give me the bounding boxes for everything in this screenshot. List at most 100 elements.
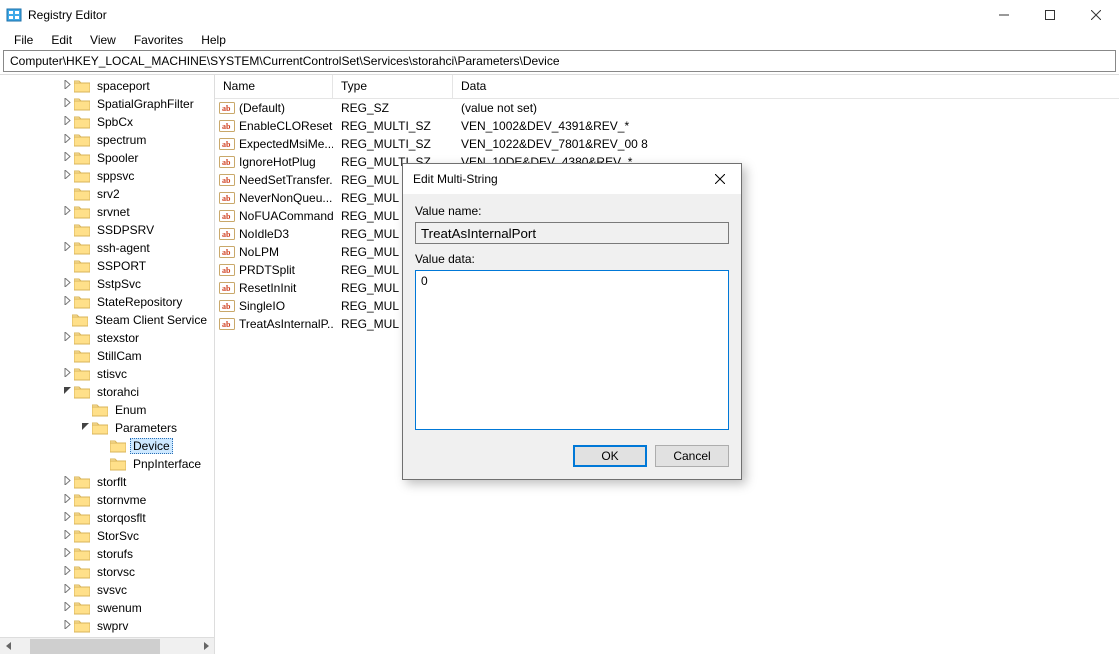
tree-item-label: SSPORT <box>94 259 149 273</box>
menubar: File Edit View Favorites Help <box>0 30 1119 50</box>
tree-item[interactable]: storahci <box>0 383 214 401</box>
cancel-button[interactable]: Cancel <box>655 445 729 467</box>
menu-view[interactable]: View <box>82 32 124 48</box>
tree-item[interactable]: srv2 <box>0 185 214 203</box>
tree-item[interactable]: storflt <box>0 473 214 491</box>
folder-icon <box>74 349 90 363</box>
tree-item[interactable]: Enum <box>0 401 214 419</box>
list-row[interactable]: abExpectedMsiMe...REG_MULTI_SZVEN_1022&D… <box>215 135 1119 153</box>
tree-item[interactable]: spectrum <box>0 131 214 149</box>
tree-item[interactable]: SSPORT <box>0 257 214 275</box>
tree-item[interactable]: Device <box>0 437 214 455</box>
tree-item[interactable]: svsvc <box>0 581 214 599</box>
column-header-name[interactable]: Name <box>215 75 333 98</box>
expander-closed-icon[interactable] <box>60 584 74 596</box>
scroll-thumb[interactable] <box>30 639 160 654</box>
string-value-icon: ab <box>219 118 235 134</box>
expander-closed-icon[interactable] <box>60 206 74 218</box>
menu-edit[interactable]: Edit <box>43 32 80 48</box>
expander-closed-icon[interactable] <box>60 368 74 380</box>
value-name: ExpectedMsiMe... <box>239 137 333 151</box>
tree-item[interactable]: swenum <box>0 599 214 617</box>
tree-item[interactable]: StorSvc <box>0 527 214 545</box>
window-title: Registry Editor <box>28 8 981 22</box>
list-row[interactable]: abEnableCLOResetREG_MULTI_SZVEN_1002&DEV… <box>215 117 1119 135</box>
expander-closed-icon[interactable] <box>60 278 74 290</box>
tree-item[interactable]: PnpInterface <box>0 455 214 473</box>
registry-tree[interactable]: spaceportSpatialGraphFilterSpbCx spectrum… <box>0 75 214 637</box>
list-row[interactable]: ab(Default)REG_SZ(value not set) <box>215 99 1119 117</box>
minimize-button[interactable] <box>981 0 1027 30</box>
tree-item-label: PnpInterface <box>130 457 204 471</box>
tree-item-label: spectrum <box>94 133 149 147</box>
tree-item[interactable]: storufs <box>0 545 214 563</box>
tree-horizontal-scrollbar[interactable] <box>0 637 214 654</box>
tree-item[interactable]: Spooler <box>0 149 214 167</box>
expander-closed-icon[interactable] <box>60 602 74 614</box>
expander-closed-icon[interactable] <box>60 494 74 506</box>
tree-item[interactable]: Steam Client Service <box>0 311 214 329</box>
list-header: Name Type Data <box>215 75 1119 99</box>
expander-closed-icon[interactable] <box>60 620 74 632</box>
tree-pane: spaceportSpatialGraphFilterSpbCx spectrum… <box>0 75 215 654</box>
tree-item[interactable]: storvsc <box>0 563 214 581</box>
expander-closed-icon[interactable] <box>60 116 74 128</box>
tree-item[interactable]: SpatialGraphFilter <box>0 95 214 113</box>
menu-favorites[interactable]: Favorites <box>126 32 191 48</box>
tree-item[interactable]: stornvme <box>0 491 214 509</box>
value-data-textarea[interactable] <box>415 270 729 430</box>
tree-item[interactable]: SSDPSRV <box>0 221 214 239</box>
expander-closed-icon[interactable] <box>60 296 74 308</box>
folder-icon <box>74 511 90 525</box>
scroll-right-arrow-icon[interactable] <box>197 638 214 654</box>
tree-item[interactable]: sppsvc <box>0 167 214 185</box>
regedit-icon <box>6 7 22 23</box>
tree-item[interactable]: storqosflt <box>0 509 214 527</box>
tree-item[interactable]: spaceport <box>0 77 214 95</box>
tree-item[interactable]: SstpSvc <box>0 275 214 293</box>
expander-open-icon[interactable] <box>60 386 74 398</box>
folder-icon <box>74 529 90 543</box>
value-type: REG_SZ <box>333 101 453 115</box>
expander-closed-icon[interactable] <box>60 98 74 110</box>
address-bar[interactable]: Computer\HKEY_LOCAL_MACHINE\SYSTEM\Curre… <box>3 50 1116 72</box>
expander-closed-icon[interactable] <box>60 530 74 542</box>
tree-item[interactable]: Parameters <box>0 419 214 437</box>
menu-help[interactable]: Help <box>193 32 234 48</box>
expander-closed-icon[interactable] <box>60 242 74 254</box>
dialog-titlebar[interactable]: Edit Multi-String <box>403 164 741 194</box>
expander-closed-icon[interactable] <box>60 332 74 344</box>
expander-closed-icon[interactable] <box>60 80 74 92</box>
scroll-left-arrow-icon[interactable] <box>0 638 17 654</box>
value-name-field[interactable] <box>415 222 729 244</box>
expander-closed-icon[interactable] <box>60 152 74 164</box>
expander-closed-icon[interactable] <box>60 512 74 524</box>
expander-closed-icon[interactable] <box>60 170 74 182</box>
tree-item[interactable]: srvnet <box>0 203 214 221</box>
expander-closed-icon[interactable] <box>60 566 74 578</box>
tree-item[interactable]: StillCam <box>0 347 214 365</box>
tree-item[interactable]: stexstor <box>0 329 214 347</box>
menu-file[interactable]: File <box>6 32 41 48</box>
column-header-type[interactable]: Type <box>333 75 453 98</box>
tree-item[interactable]: StateRepository <box>0 293 214 311</box>
dialog-close-button[interactable] <box>707 167 733 191</box>
tree-item[interactable]: SpbCx <box>0 113 214 131</box>
ok-button[interactable]: OK <box>573 445 647 467</box>
expander-closed-icon[interactable] <box>60 548 74 560</box>
folder-icon <box>74 223 90 237</box>
svg-text:ab: ab <box>222 284 231 293</box>
folder-icon <box>74 79 90 93</box>
value-name: (Default) <box>239 101 285 115</box>
address-text: Computer\HKEY_LOCAL_MACHINE\SYSTEM\Curre… <box>10 54 560 68</box>
expander-closed-icon[interactable] <box>60 134 74 146</box>
tree-item[interactable]: ssh-agent <box>0 239 214 257</box>
column-header-data[interactable]: Data <box>453 75 1119 98</box>
tree-item-label: storvsc <box>94 565 138 579</box>
maximize-button[interactable] <box>1027 0 1073 30</box>
expander-closed-icon[interactable] <box>60 476 74 488</box>
expander-open-icon[interactable] <box>78 422 92 434</box>
close-button[interactable] <box>1073 0 1119 30</box>
tree-item[interactable]: swprv <box>0 617 214 635</box>
tree-item[interactable]: stisvc <box>0 365 214 383</box>
